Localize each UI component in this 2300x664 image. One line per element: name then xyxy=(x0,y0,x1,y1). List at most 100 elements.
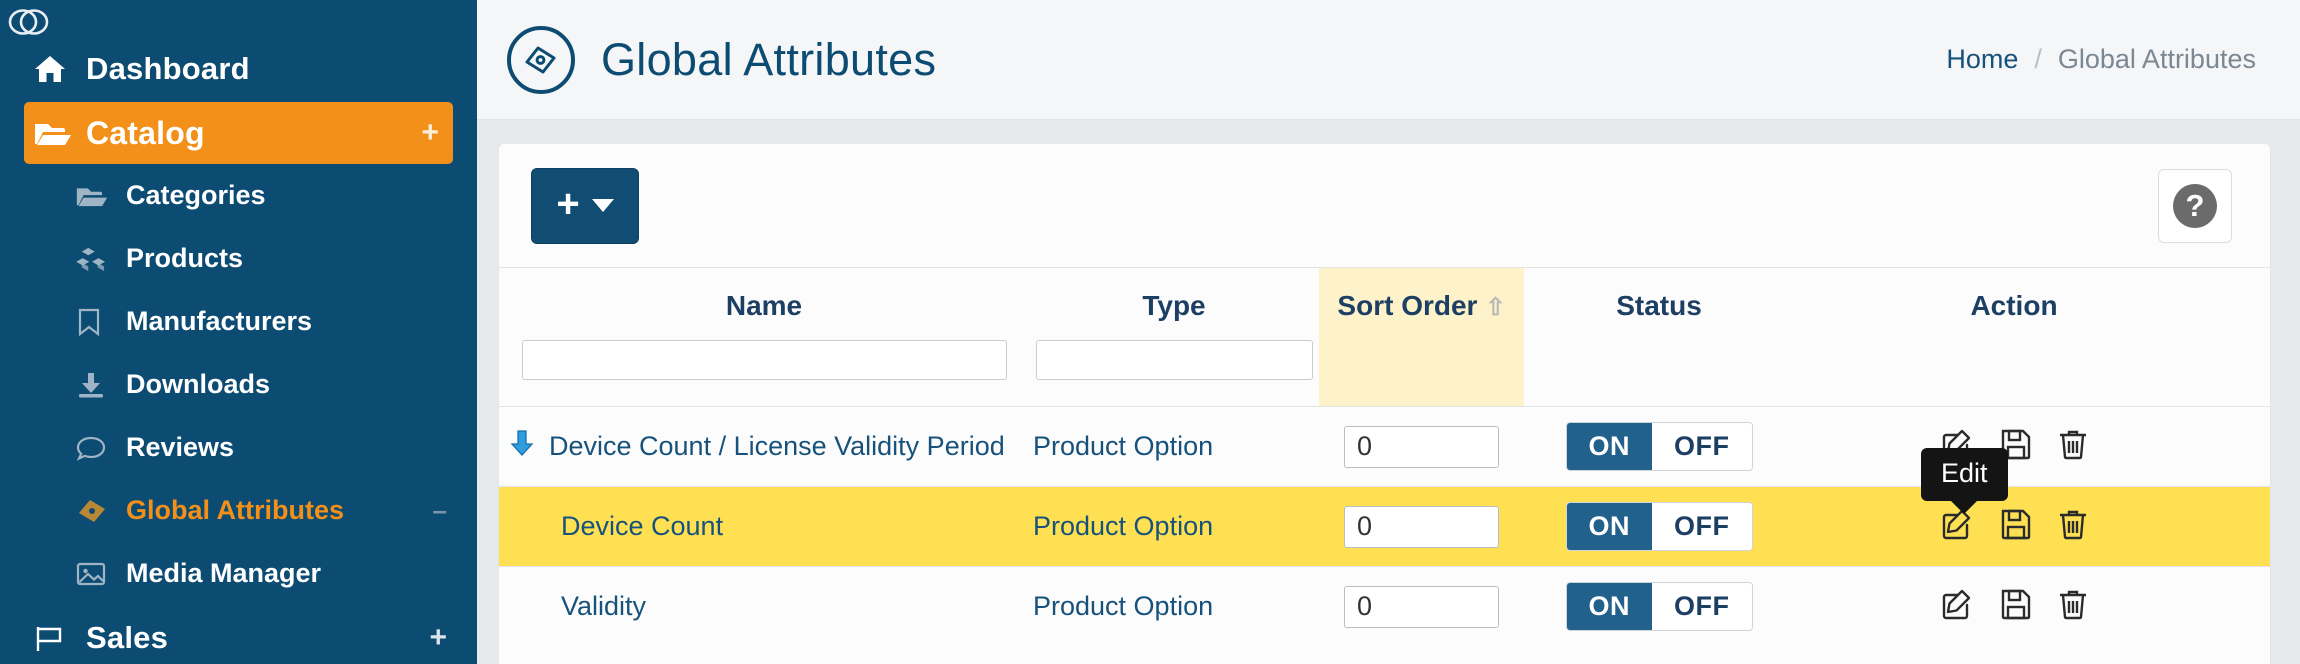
table-filter-row xyxy=(499,340,2270,407)
table-body: Device Count / License Validity Period P… xyxy=(499,406,2270,647)
filter-cell-status xyxy=(1524,340,1794,407)
sidebar-item-label: Media Manager xyxy=(126,558,322,588)
cell-name: Validity xyxy=(499,567,1029,647)
cell-spacer xyxy=(2234,407,2270,487)
home-icon xyxy=(34,54,86,84)
attribute-type: Product Option xyxy=(1033,511,1214,541)
status-on-button[interactable]: ON xyxy=(1566,423,1652,470)
sidebar-item-sales[interactable]: Sales + xyxy=(0,605,477,664)
status-off-button[interactable]: OFF xyxy=(1652,423,1752,470)
sidebar-item-reviews[interactable]: Reviews xyxy=(0,416,477,479)
cell-spacer xyxy=(2234,567,2270,647)
attribute-type: Product Option xyxy=(1033,431,1214,461)
main-content: Global Attributes Home / Global Attribut… xyxy=(477,0,2300,664)
column-header-status[interactable]: Status xyxy=(1524,268,1794,340)
breadcrumb-separator: / xyxy=(2034,44,2042,74)
delete-icon[interactable] xyxy=(2058,428,2088,465)
boxes-icon xyxy=(76,246,126,272)
bookmark-icon xyxy=(76,308,126,336)
chevron-down-icon[interactable] xyxy=(591,199,614,212)
arrow-down-blue-icon[interactable] xyxy=(509,429,535,464)
sidebar-item-label: Products xyxy=(126,243,244,273)
sort-order-input[interactable] xyxy=(1344,585,1499,628)
sidebar-expand-plus[interactable]: + xyxy=(421,118,439,148)
save-icon[interactable] xyxy=(2000,588,2032,625)
panel-toolbar: + ? xyxy=(499,144,2270,268)
sidebar-item-label: Global Attributes xyxy=(126,495,345,525)
sidebar-item-media-manager[interactable]: Media Manager xyxy=(0,542,477,605)
folder-icon xyxy=(76,184,126,208)
cell-status: ON OFF xyxy=(1524,567,1794,647)
sidebar-item-catalog[interactable]: Catalog + xyxy=(24,102,453,164)
sidebar-item-label: Catalog xyxy=(86,114,205,151)
add-attribute-button[interactable]: + xyxy=(531,167,639,244)
sidebar-item-label: Reviews xyxy=(126,432,235,462)
name-cell-content: Device Count / License Validity Period xyxy=(499,429,1029,464)
sidebar-item-label: Categories xyxy=(126,180,266,210)
breadcrumb: Home / Global Attributes xyxy=(1946,44,2256,75)
help-button[interactable]: ? xyxy=(2158,168,2232,243)
column-header-sort-order-label: Sort Order xyxy=(1337,290,1478,321)
sidebar-item-label: Manufacturers xyxy=(126,306,313,336)
filter-cell-type xyxy=(1029,340,1319,407)
status-toggle[interactable]: ON OFF xyxy=(1524,582,1794,632)
column-header-action: Action xyxy=(1970,290,2058,321)
name-cell-content: Validity xyxy=(499,591,1029,622)
table-header-row: Name Type Sort Order ⇧ Status Action xyxy=(499,268,2270,340)
sidebar-item-global-attributes[interactable]: Global Attributes – xyxy=(0,479,477,542)
delete-icon[interactable] xyxy=(2058,588,2088,625)
sort-order-input[interactable] xyxy=(1344,505,1499,548)
sidebar-item-downloads[interactable]: Downloads xyxy=(0,353,477,416)
sidebar-item-label: Sales xyxy=(86,620,169,655)
cell-status: ON OFF xyxy=(1524,407,1794,487)
table-row[interactable]: Device Count Product Option 0 ON OFF xyxy=(499,486,2270,567)
page-title: Global Attributes xyxy=(601,33,937,85)
plus-icon: + xyxy=(556,181,580,226)
save-icon[interactable] xyxy=(2000,508,2032,545)
edit-icon[interactable] xyxy=(1940,427,1974,466)
filter-cell-name xyxy=(499,340,1029,407)
cell-status: ON OFF xyxy=(1524,487,1794,567)
edit-icon[interactable] xyxy=(1940,507,1974,546)
edit-icon[interactable] xyxy=(1940,587,1974,626)
comment-icon xyxy=(76,435,126,461)
attribute-name[interactable]: Device Count / License Validity Period xyxy=(549,431,1005,462)
breadcrumb-current: Global Attributes xyxy=(2057,44,2256,74)
table-row[interactable]: Device Count / License Validity Period P… xyxy=(499,406,2270,487)
delete-icon[interactable] xyxy=(2058,508,2088,545)
sidebar-item-label: Downloads xyxy=(126,369,271,399)
type-filter-input[interactable] xyxy=(1035,340,1313,380)
column-header-name[interactable]: Name xyxy=(499,268,1029,340)
table-row[interactable]: Validity Product Option ON xyxy=(499,566,2270,647)
filter-cell-sort-order xyxy=(1319,340,1524,407)
sidebar-item-manufacturers[interactable]: Manufacturers xyxy=(0,290,477,353)
column-header-type[interactable]: Type xyxy=(1029,268,1319,340)
folder-open-icon xyxy=(34,119,86,147)
save-icon[interactable] xyxy=(2000,428,2032,465)
status-off-button[interactable]: OFF xyxy=(1652,583,1752,631)
attribute-name[interactable]: Device Count xyxy=(561,511,723,542)
tag-circle-icon xyxy=(507,25,575,94)
sidebar-collapse-minus[interactable]: – xyxy=(433,495,447,526)
column-header-sort-order[interactable]: Sort Order ⇧ xyxy=(1319,268,1524,340)
breadcrumb-home[interactable]: Home xyxy=(1946,44,2018,75)
filter-cell-spacer xyxy=(2234,340,2270,407)
sidebar-expand-plus[interactable]: + xyxy=(429,623,447,653)
status-toggle[interactable]: ON OFF xyxy=(1524,502,1794,551)
tag-icon xyxy=(76,497,126,525)
cell-action xyxy=(1794,407,2234,487)
sidebar-item-dashboard[interactable]: Dashboard xyxy=(0,36,477,102)
sidebar-nav: Dashboard Catalog + Categories Products … xyxy=(0,0,477,664)
sidebar-item-categories[interactable]: Categories xyxy=(0,164,477,227)
sidebar-collapse-icon[interactable] xyxy=(8,8,54,36)
status-off-button[interactable]: OFF xyxy=(1652,503,1752,550)
attribute-name[interactable]: Validity xyxy=(561,591,646,622)
status-on-button[interactable]: ON xyxy=(1566,583,1652,631)
cell-type: Product Option xyxy=(1029,567,1319,647)
status-toggle[interactable]: ON OFF xyxy=(1524,422,1794,471)
status-on-button[interactable]: ON xyxy=(1566,503,1652,550)
sort-order-input[interactable] xyxy=(1344,425,1499,468)
row-actions xyxy=(1794,507,2234,546)
sidebar-item-products[interactable]: Products xyxy=(0,227,477,290)
name-filter-input[interactable] xyxy=(521,340,1007,380)
